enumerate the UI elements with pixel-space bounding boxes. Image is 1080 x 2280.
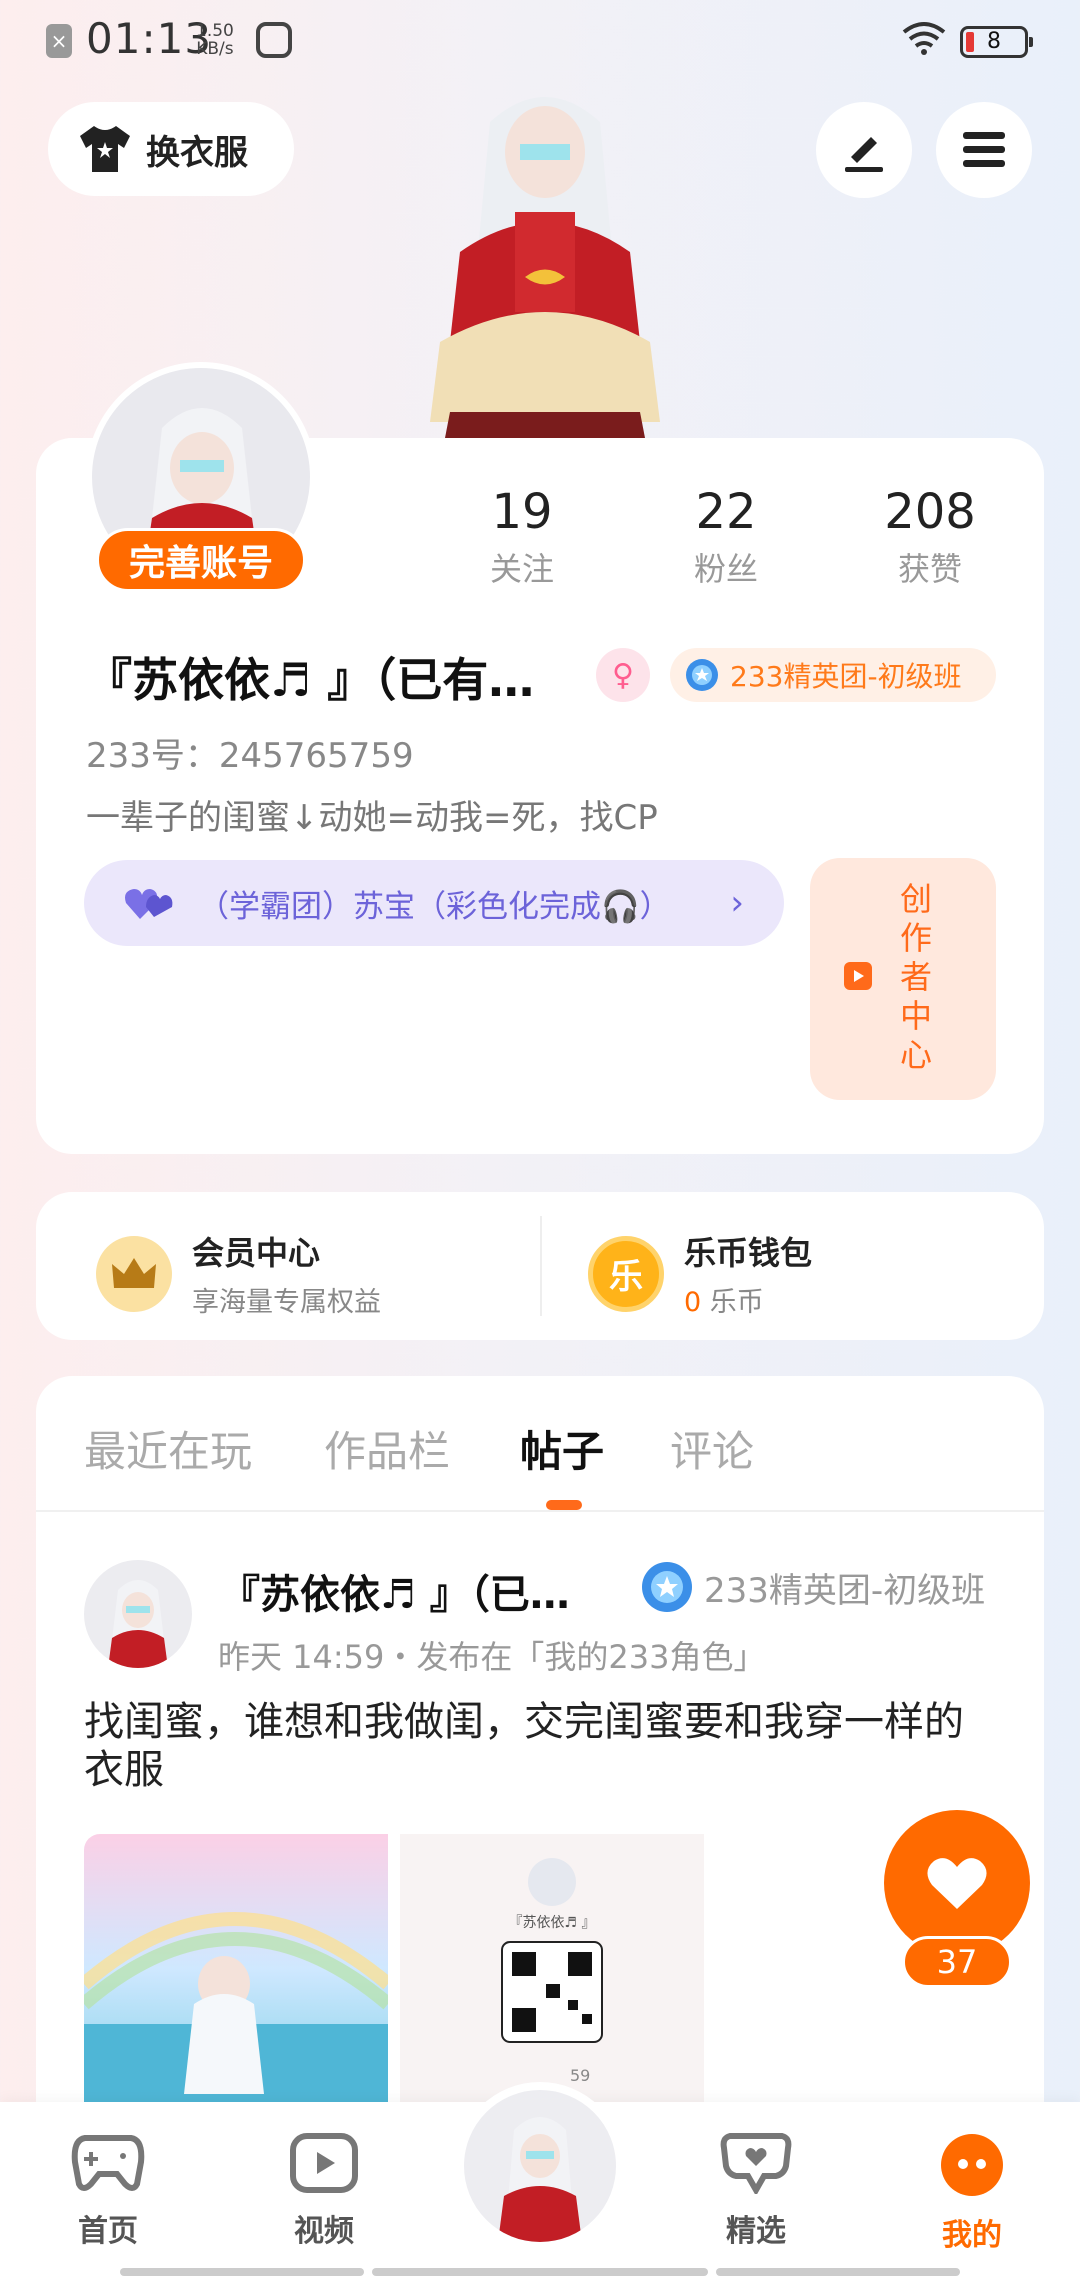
status-bar: × 01:13 1.50 KB/s 8 <box>0 0 1080 84</box>
nav-center-avatar[interactable] <box>456 2082 624 2250</box>
app-notification-icon <box>256 22 292 58</box>
dress-up-label: 换衣服 <box>146 132 248 173</box>
battery-level: 8 <box>987 29 1001 54</box>
female-gender-icon: ♀ <box>596 648 650 702</box>
nav-home-label: 首页 <box>78 2214 138 2249</box>
like-button[interactable] <box>884 1810 1030 1956</box>
stat-label: 关注 <box>489 550 554 588</box>
gesture-bar <box>120 2268 364 2276</box>
stat-following[interactable]: 19 关注 <box>442 484 602 590</box>
crown-icon <box>96 1235 172 1312</box>
coin-icon: 乐 <box>588 1235 664 1312</box>
nav-mine[interactable]: 我的 <box>902 2132 1042 2254</box>
nav-video-label: 视频 <box>294 2214 354 2249</box>
dress-up-button[interactable]: 换衣服 <box>48 102 294 196</box>
net-speed-value: 1.50 <box>196 21 234 41</box>
gamepad-icon <box>71 2135 145 2191</box>
gesture-bar <box>716 2268 960 2276</box>
profile-face-icon <box>941 2134 1003 2196</box>
member-center-subtitle: 享海量专属权益 <box>192 1287 381 1318</box>
qr-caption: 『苏依依♬ 』 <box>508 1915 596 1931</box>
net-speed: 1.50 KB/s <box>196 22 234 58</box>
avatar-3d-figure[interactable] <box>420 82 670 438</box>
nickname: 『苏依依♬ 』（已有… <box>86 653 535 707</box>
medal-icon <box>686 659 718 691</box>
hamburger-icon <box>963 132 1005 167</box>
avatar-character-icon <box>108 1580 168 1668</box>
qr-footer: 59 <box>570 2066 591 2085</box>
tab-recent-played[interactable]: 最近在玩 <box>84 1418 252 1479</box>
battery-icon: 8 <box>960 26 1033 58</box>
post-author-badge: 233精英团-初级班 <box>640 1560 985 1614</box>
qr-card-image <box>400 1834 704 2104</box>
member-center-entry[interactable]: 会员中心 享海量专属权益 <box>96 1228 381 1319</box>
menu-button[interactable] <box>936 102 1032 198</box>
like-count: 37 <box>902 1936 1012 1988</box>
creator-center-button[interactable]: 创 作 者 中 心 <box>810 858 996 1100</box>
heart-chat-icon <box>720 2133 792 2197</box>
tshirt-icon <box>80 126 130 172</box>
complete-account-button[interactable]: 完善账号 <box>96 528 306 592</box>
post-image-1[interactable] <box>84 1834 388 2104</box>
video-play-icon <box>290 2133 358 2193</box>
nav-video[interactable]: 视频 <box>254 2132 394 2250</box>
status-time: 01:13 <box>86 14 213 63</box>
class-badge-label: 233精英团-初级班 <box>730 660 962 693</box>
nav-mine-label: 我的 <box>942 2218 1002 2253</box>
net-speed-unit: KB/s <box>196 39 234 59</box>
group-pill-label: （学霸团）苏宝（彩色化完成🎧） <box>198 888 671 925</box>
class-badge[interactable]: 233精英团-初级班 <box>670 648 996 702</box>
nav-featured-label: 精选 <box>726 2214 786 2249</box>
stat-followers[interactable]: 22 粉丝 <box>646 484 806 590</box>
anime-beach-image <box>84 1834 388 2104</box>
post-meta: 昨天 14:59・发布在「我的233角色」 <box>218 1638 766 1676</box>
stat-value: 19 <box>491 484 553 540</box>
wifi-icon <box>902 22 946 55</box>
member-center-title: 会员中心 <box>192 1234 321 1272</box>
active-tab-indicator <box>546 1500 582 1510</box>
wallet-unit: 乐币 <box>701 1287 764 1318</box>
wallet-balance: 0 乐币 <box>684 1280 812 1319</box>
bio: 一辈子的闺蜜↓动她=动我=死，找CP <box>86 798 658 838</box>
divider <box>36 1510 1044 1512</box>
edit-profile-button[interactable] <box>816 102 912 198</box>
post-image-2[interactable]: 『苏依依♬ 』 59 <box>400 1834 704 2104</box>
chevron-right-icon: › <box>730 883 744 923</box>
tab-comments[interactable]: 评论 <box>670 1418 754 1479</box>
wallet-entry[interactable]: 乐 乐币钱包 0 乐币 <box>588 1228 812 1319</box>
nav-featured[interactable]: 精选 <box>686 2132 826 2250</box>
post-text[interactable]: 找闺蜜，谁想和我做闺，交完闺蜜要和我穿一样的衣服 <box>84 1698 984 1794</box>
tab-posts[interactable]: 帖子 <box>520 1418 604 1479</box>
stat-label: 粉丝 <box>693 550 758 588</box>
group-pill[interactable]: （学霸团）苏宝（彩色化完成🎧） › <box>84 860 784 946</box>
stat-likes[interactable]: 208 获赞 <box>850 484 1010 590</box>
stat-value: 22 <box>695 484 757 540</box>
creator-center-label: 创 作 者 中 心 <box>899 880 932 1074</box>
avatar-character-icon <box>498 2117 582 2242</box>
pen-icon <box>845 137 883 172</box>
nav-home[interactable]: 首页 <box>38 2132 178 2250</box>
medal-icon <box>642 1562 692 1612</box>
creator-icon <box>844 962 872 990</box>
wallet-title: 乐币钱包 <box>684 1234 813 1272</box>
double-heart-icon <box>125 889 173 919</box>
wallet-amount: 0 <box>684 1287 702 1318</box>
user-id: 233号：245765759 <box>86 736 414 776</box>
heart-icon <box>927 1858 987 1909</box>
no-sim-icon: × <box>46 24 72 58</box>
stat-label: 获赞 <box>897 550 962 588</box>
tab-works[interactable]: 作品栏 <box>324 1418 450 1479</box>
post-author-avatar[interactable] <box>84 1560 192 1668</box>
post-badge-label: 233精英团-初级班 <box>704 1570 986 1611</box>
divider <box>540 1216 542 1316</box>
coin-char: 乐 <box>609 1257 643 1297</box>
gesture-bar <box>372 2268 708 2276</box>
post-author-name[interactable]: 『苏依依♬ 』（已… <box>220 1562 570 1620</box>
stat-value: 208 <box>884 484 976 540</box>
